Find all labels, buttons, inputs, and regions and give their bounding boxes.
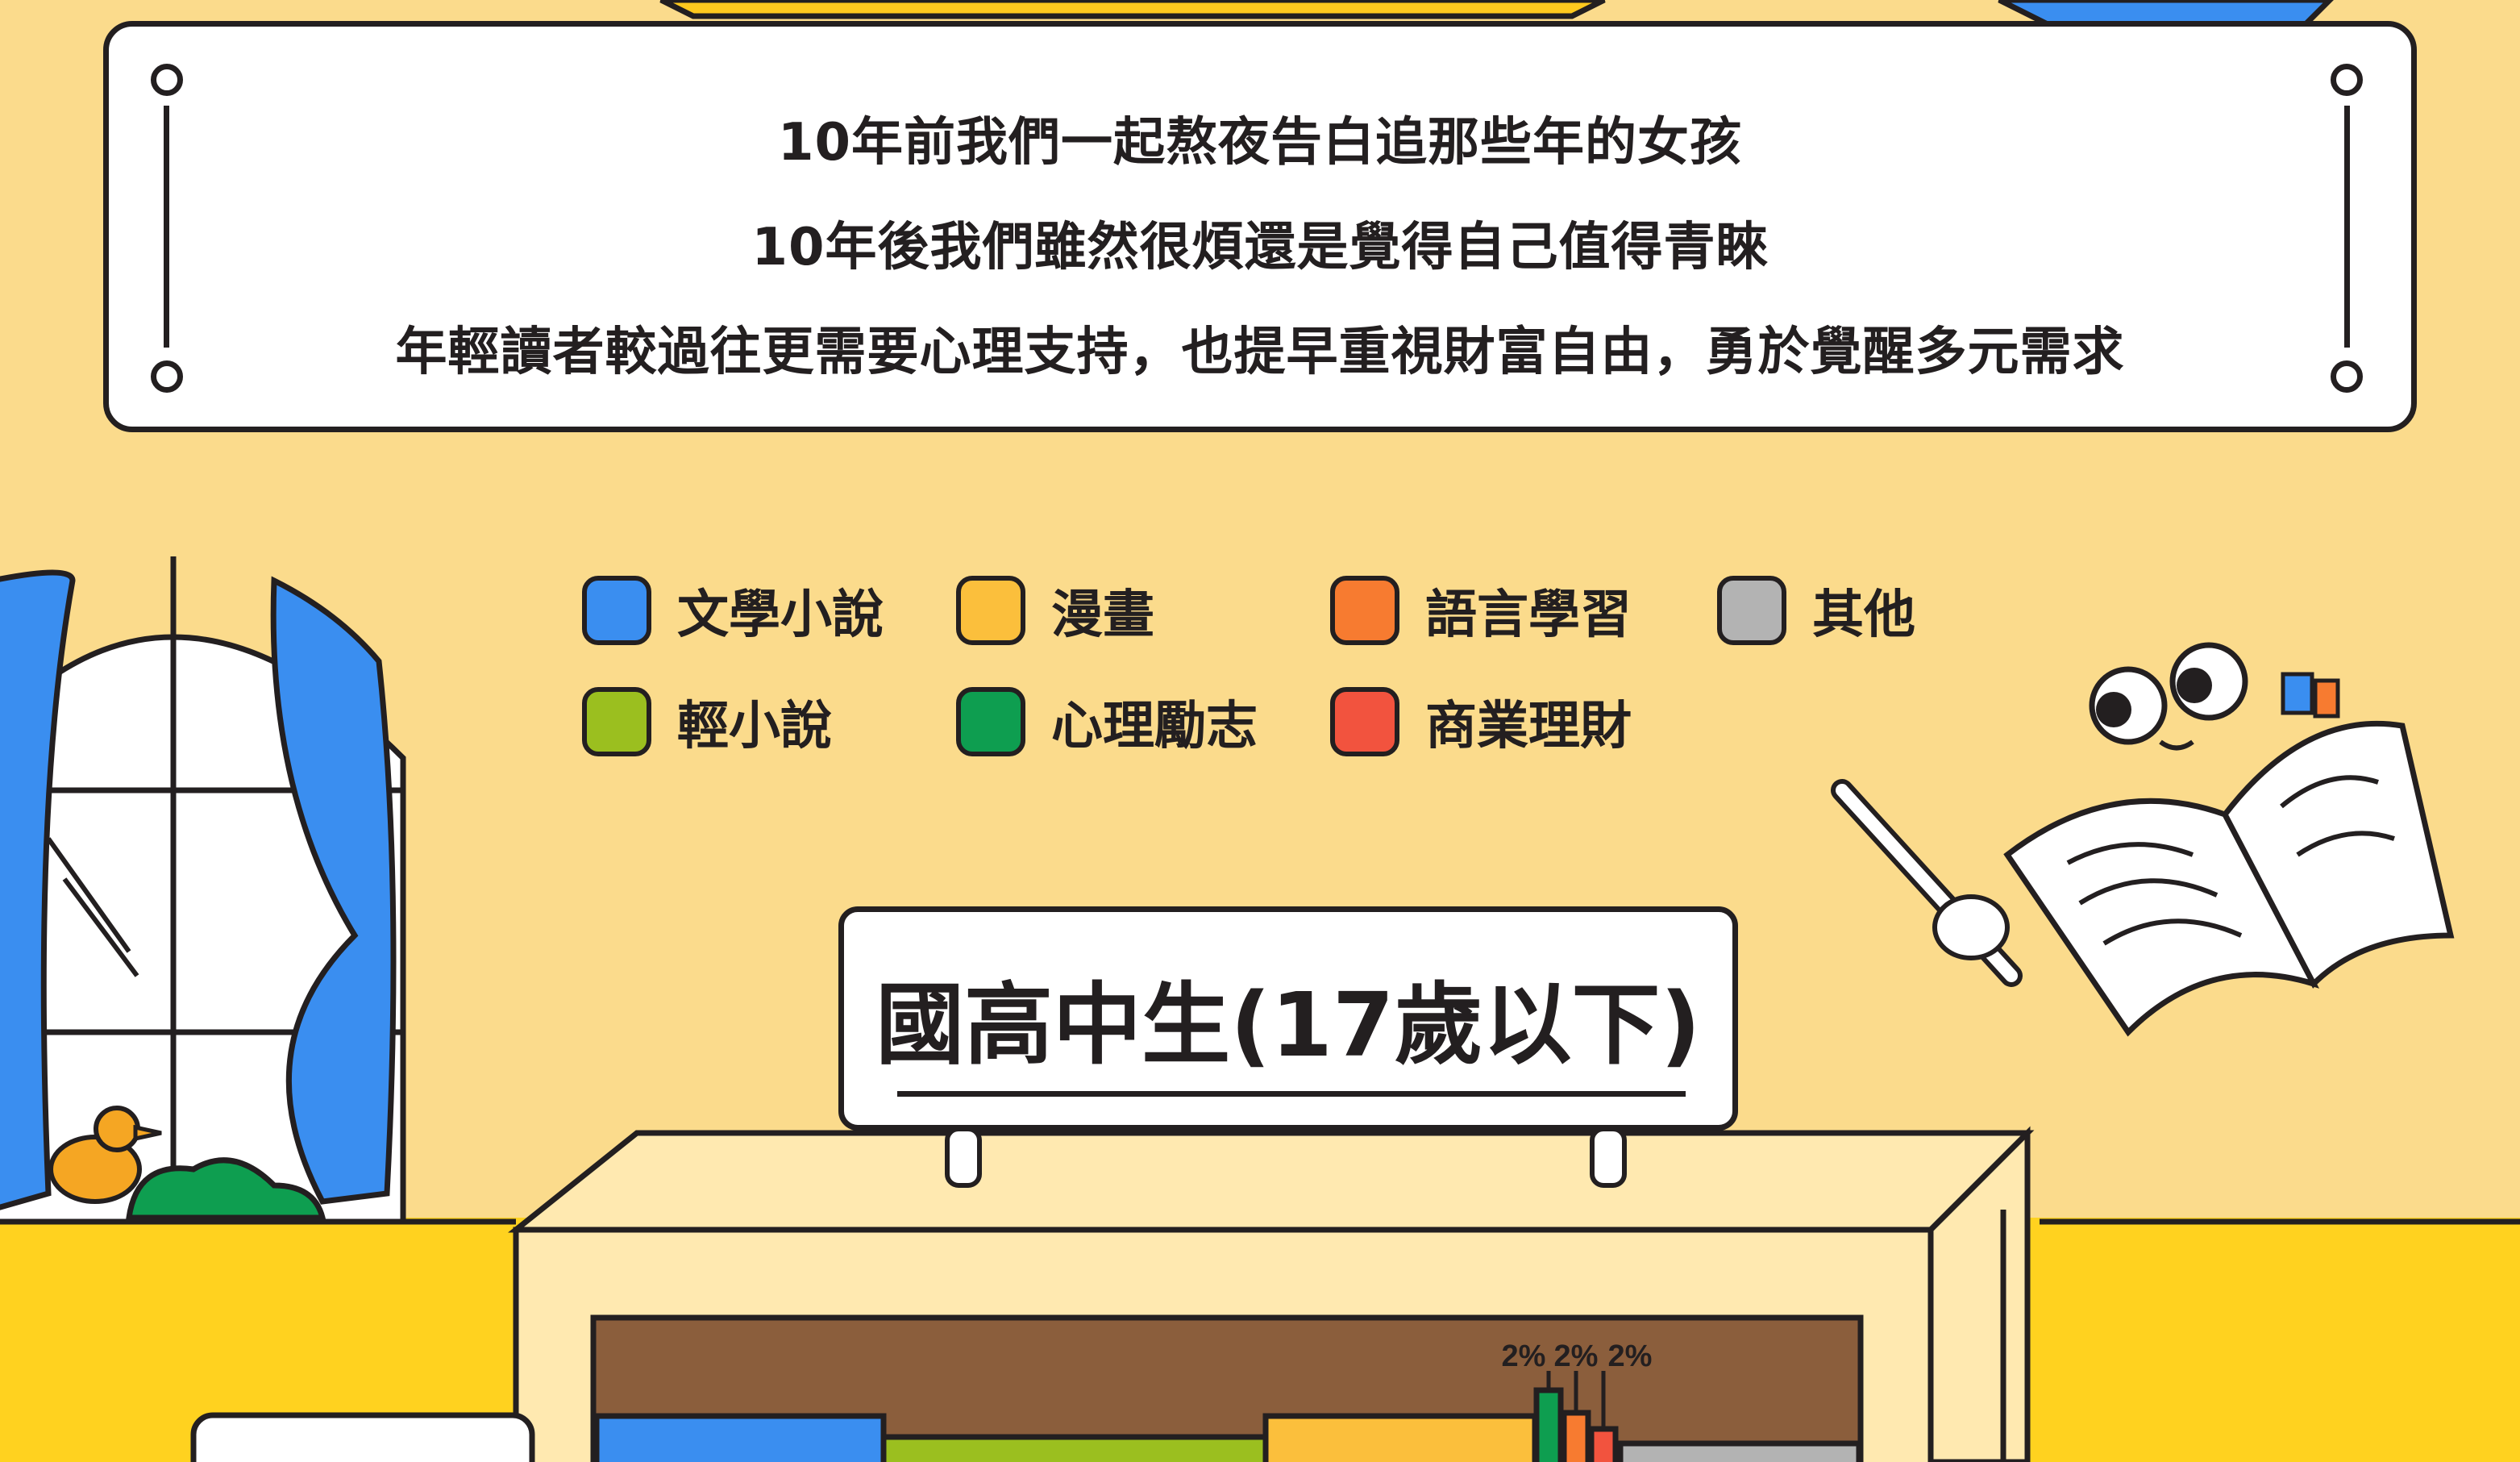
bar-語言學習: [1561, 1410, 1591, 1462]
data-label: 2%: [1554, 1339, 1599, 1373]
data-label: 2%: [1502, 1339, 1546, 1373]
bar-輕小說: [880, 1434, 1269, 1462]
bar-其他: [1617, 1440, 1862, 1462]
bar-商業理財: [1588, 1426, 1619, 1462]
bar-漫畫: [1262, 1413, 1538, 1462]
bar-文學小說: [593, 1413, 887, 1462]
data-label: 2%: [1608, 1339, 1653, 1373]
bookshelf-chart: 2% 2% 2%: [590, 1314, 1864, 1462]
bar-心理勵志: [1533, 1387, 1564, 1462]
